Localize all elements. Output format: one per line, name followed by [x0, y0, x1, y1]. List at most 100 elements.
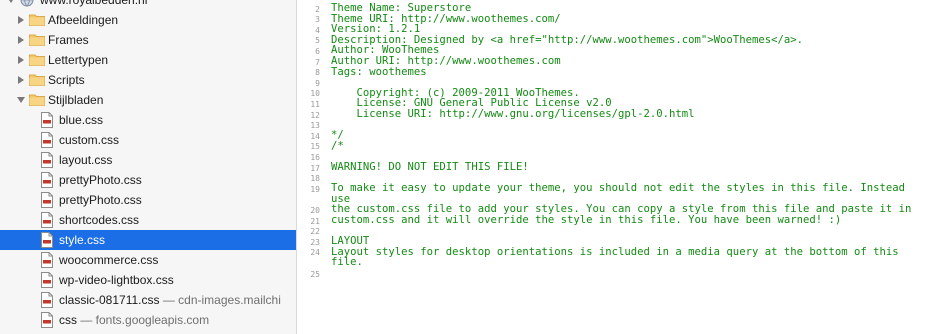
code-line[interactable]: /* — [331, 141, 943, 152]
css-file-icon — [41, 112, 53, 131]
css-file-icon — [41, 172, 53, 191]
tree-file[interactable]: woocommerce.css — [0, 250, 296, 271]
disclosure-expanded-icon[interactable] — [16, 95, 26, 105]
file-name: style.css — [59, 233, 106, 247]
file-name: layout.css — [59, 153, 113, 167]
css-file-icon — [41, 152, 53, 171]
file-label: shortcodes.css — [59, 213, 139, 227]
line-number: 13 — [310, 121, 320, 131]
tree-file[interactable]: prettyPhoto.css — [0, 170, 296, 191]
css-file-icon — [41, 232, 53, 251]
tree-file[interactable]: classic-081711.css — cdn-images.mailchi — [0, 290, 296, 310]
code-line[interactable]: file. — [331, 257, 943, 268]
globe-icon — [20, 0, 34, 10]
disclosure-collapsed-icon[interactable] — [16, 75, 26, 85]
file-label: blue.css — [59, 113, 103, 127]
file-name: shortcodes.css — [59, 213, 140, 227]
folder-icon — [29, 73, 45, 89]
file-label: woocommerce.css — [59, 253, 158, 267]
file-name: wp-video-lightbox.css — [59, 273, 174, 287]
line-number: 15 — [310, 142, 320, 152]
folder-label: Lettertypen — [48, 53, 109, 67]
file-name: woocommerce.css — [59, 253, 159, 267]
folder-label: Frames — [48, 33, 89, 47]
file-label: css — fonts.googleapis.com — [59, 313, 209, 327]
file-label: wp-video-lightbox.css — [59, 273, 174, 287]
folder-label: Afbeeldingen — [48, 13, 119, 27]
tree-root-label: www.royalbedden.nl — [40, 0, 148, 7]
file-name: classic-081711.css — [59, 293, 160, 307]
folder-icon — [29, 33, 45, 49]
line-number: 24 — [310, 248, 320, 258]
file-label: prettyPhoto.css — [59, 173, 142, 187]
code-line[interactable]: custom.css and it will override the styl… — [331, 215, 943, 226]
code-editor[interactable]: 2 Theme Name: Superstore 3 Theme URI: http:… — [297, 0, 951, 334]
line-number: 6 — [315, 46, 320, 56]
tree-folder-lettertypen[interactable]: Lettertypen — [0, 50, 296, 70]
tree-file[interactable]: custom.css — [0, 130, 296, 151]
tree-file[interactable]: css — fonts.googleapis.com — [0, 310, 296, 331]
disclosure-collapsed-icon[interactable] — [16, 55, 26, 65]
code-line[interactable]: Author URI: http://www.woothemes.com — [331, 56, 943, 67]
code-line[interactable]: Theme Name: Superstore — [331, 3, 943, 14]
line-number: 8 — [315, 68, 320, 78]
code-line[interactable]: WARNING! DO NOT EDIT THIS FILE! — [331, 162, 943, 173]
tree-file[interactable]: wp-video-lightbox.css — [0, 270, 296, 291]
file-name: css — [59, 313, 77, 327]
code-line[interactable]: Theme URI: http://www.woothemes.com/ — [331, 13, 943, 25]
file-name: custom.css — [59, 133, 120, 147]
line-number: 25 — [310, 269, 320, 279]
tree-file[interactable]: prettyPhoto.css — [0, 190, 296, 211]
line-number: 16 — [310, 152, 320, 162]
tree-folder-afbeeldingen[interactable]: Afbeeldingen — [0, 10, 296, 30]
tree-folder-stijlbladen[interactable]: Stijlbladen — [0, 90, 296, 110]
folder-icon — [29, 53, 45, 69]
code-line[interactable]: License URI: http://www.gnu.org/licenses… — [331, 109, 943, 120]
folder-icon — [29, 93, 45, 109]
line-number: 12 — [310, 110, 320, 120]
tree-file[interactable]: shortcodes.css — [0, 210, 296, 230]
file-source-host: — fonts.googleapis.com — [77, 313, 210, 327]
folder-label: Stijlbladen — [48, 93, 104, 107]
file-name: prettyPhoto.css — [59, 193, 142, 207]
line-number: 10 — [310, 89, 320, 99]
file-source-host: — cdn-images.mailchi — [159, 293, 281, 307]
line-number: 14 — [310, 131, 320, 141]
line-number: 21 — [310, 216, 320, 226]
disclosure-expanded-icon[interactable] — [6, 0, 16, 5]
file-label: prettyPhoto.css — [59, 193, 142, 207]
line-number: 20 — [310, 205, 320, 215]
code-line[interactable]: To make it easy to update your theme, yo… — [331, 183, 943, 194]
file-label: layout.css — [59, 153, 112, 167]
css-file-icon — [41, 132, 53, 151]
tree-file[interactable]: layout.css — [0, 150, 296, 171]
line-number: 5 — [315, 36, 320, 46]
line-number: 17 — [310, 163, 320, 173]
line-number: 2 — [315, 4, 320, 14]
css-file-icon — [41, 252, 53, 271]
css-file-icon — [41, 272, 53, 291]
file-label: style.css — [59, 233, 105, 247]
code-line[interactable]: Tags: woothemes — [331, 66, 943, 78]
tree-folder-frames[interactable]: Frames — [0, 30, 296, 50]
css-file-icon — [41, 312, 53, 331]
tree-folder-scripts[interactable]: Scripts — [0, 70, 296, 90]
line-number: 18 — [310, 174, 320, 184]
line-number: 4 — [315, 25, 320, 35]
line-number: 3 — [315, 15, 320, 25]
disclosure-collapsed-icon[interactable] — [16, 35, 26, 45]
tree-file[interactable]: blue.css — [0, 110, 296, 131]
line-number: 23 — [310, 237, 320, 247]
code-line[interactable]: */ — [331, 130, 943, 141]
folder-icon — [29, 13, 45, 29]
line-number: 22 — [310, 227, 320, 237]
file-label: custom.css — [59, 133, 119, 147]
tree-file-selected[interactable]: style.css — [0, 230, 296, 251]
code-line[interactable]: Layout styles for desktop orientations i… — [331, 247, 943, 258]
file-navigator-sidebar: www.royalbedden.nl Afbeeldingen Frames Lett… — [0, 0, 297, 334]
css-file-icon — [41, 192, 53, 211]
tree-root-site[interactable]: www.royalbedden.nl — [0, 0, 296, 10]
file-name: blue.css — [59, 113, 104, 127]
file-name: prettyPhoto.css — [59, 173, 142, 187]
disclosure-collapsed-icon[interactable] — [16, 15, 26, 25]
